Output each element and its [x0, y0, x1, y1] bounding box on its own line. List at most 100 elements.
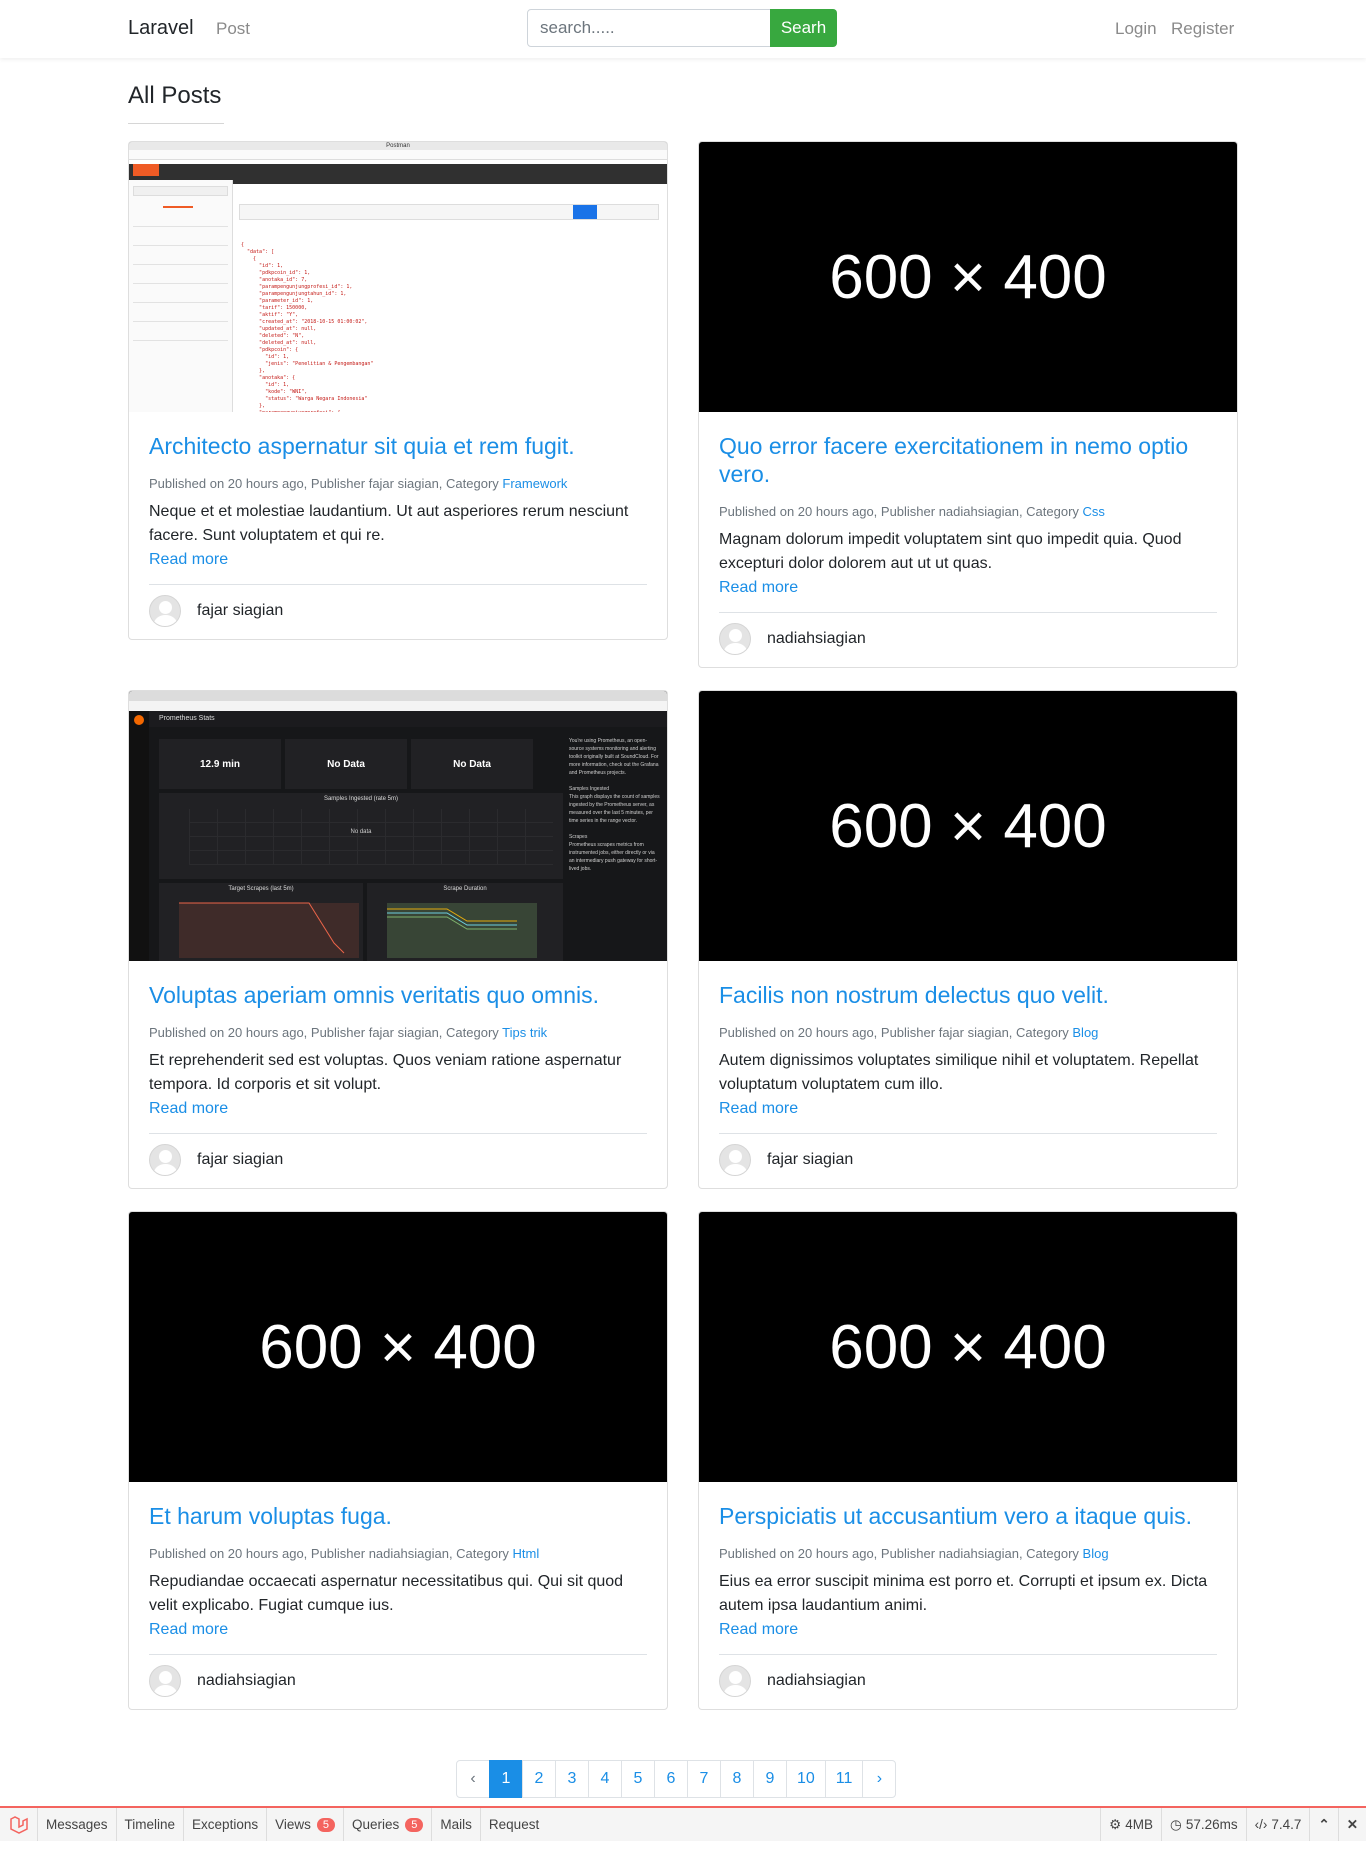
brand-link[interactable]: Laravel: [128, 17, 194, 40]
debugbar-tab-timeline[interactable]: Timeline: [117, 1808, 185, 1841]
post-excerpt: Et reprehenderit sed est voluptas. Quos …: [149, 1052, 622, 1093]
debugbar-tab-queries[interactable]: Queries 5: [344, 1808, 433, 1841]
avatar: [149, 595, 181, 627]
debugbar-tab-request[interactable]: Request: [481, 1808, 547, 1841]
debugbar-tab-messages[interactable]: Messages: [38, 1808, 117, 1841]
grafana-panel: Target Scrapes (last 5m): [159, 883, 363, 961]
views-count-badge: 5: [316, 1817, 335, 1832]
post-thumbnail[interactable]: Postman { "data": [ { "id": 1, "pdkpcoin…: [129, 142, 667, 412]
page-link-10[interactable]: 10: [786, 1760, 826, 1798]
post-excerpt: Neque et et molestiae laudantium. Ut aut…: [149, 503, 629, 544]
avatar: [719, 623, 751, 655]
category-link[interactable]: Framework: [502, 476, 567, 491]
queries-label: Queries: [352, 1817, 400, 1832]
post-card: 600 × 400 Facilis non nostrum delectus q…: [698, 690, 1238, 1189]
page-link-4[interactable]: 4: [588, 1760, 622, 1798]
grafana-dashboard-title: Prometheus Stats: [149, 711, 667, 727]
nav-post-link[interactable]: Post: [216, 19, 250, 39]
login-link[interactable]: Login: [1115, 19, 1157, 39]
laravel-logo-icon[interactable]: [0, 1808, 38, 1841]
grafana-stat: No Data: [411, 739, 533, 789]
read-more-link[interactable]: Read more: [149, 548, 647, 572]
post-title-link[interactable]: Facilis non nostrum delectus quo velit.: [719, 981, 1217, 1009]
page-link-7[interactable]: 7: [687, 1760, 721, 1798]
grafana-nodata: No data: [350, 829, 372, 835]
post-published: Published on 20 hours ago, Publisher nad…: [719, 504, 1083, 519]
grafana-screenshot: Prometheus Stats 12.9 min No Data No Dat…: [129, 691, 667, 961]
placeholder-image-label: 600 × 400: [829, 242, 1107, 312]
post-card: 600 × 400 Et harum voluptas fuga. Publis…: [128, 1211, 668, 1710]
avatar: [719, 1665, 751, 1697]
php-version-indicator: ‹/› 7.4.7: [1245, 1808, 1310, 1841]
post-title-link[interactable]: Et harum voluptas fuga.: [149, 1502, 647, 1530]
post-card: 600 × 400 Quo error facere exercitatione…: [698, 141, 1238, 668]
page-link-8[interactable]: 8: [720, 1760, 754, 1798]
category-link[interactable]: Html: [513, 1546, 540, 1561]
grafana-stat: 12.9 min: [159, 739, 281, 789]
post-title-link[interactable]: Perspiciatis ut accusantium vero a itaqu…: [719, 1502, 1217, 1530]
read-more-link[interactable]: Read more: [719, 1097, 1217, 1121]
post-meta: Published on 20 hours ago, Publisher faj…: [149, 474, 647, 494]
chevron-up-icon[interactable]: ⌃: [1309, 1808, 1337, 1841]
placeholder-image-label: 600 × 400: [829, 791, 1107, 861]
post-published: Published on 20 hours ago, Publisher faj…: [149, 1025, 503, 1040]
post-thumbnail[interactable]: 600 × 400: [699, 142, 1237, 412]
debugbar: Messages Timeline Exceptions Views 5 Quer…: [0, 1806, 1366, 1841]
avatar: [149, 1144, 181, 1176]
page-link-9[interactable]: 9: [753, 1760, 787, 1798]
post-thumbnail[interactable]: 600 × 400: [699, 691, 1237, 961]
post-title-link[interactable]: Architecto aspernatur sit quia et rem fu…: [149, 432, 647, 460]
post-title-link[interactable]: Quo error facere exercitationem in nemo …: [719, 432, 1217, 488]
search-button[interactable]: Searh: [770, 9, 837, 47]
title-divider: [128, 123, 224, 124]
post-meta: Published on 20 hours ago, Publisher nad…: [719, 502, 1217, 522]
post-author: fajar siagian: [719, 1133, 1217, 1188]
cogs-icon: ⚙: [1109, 1816, 1122, 1832]
read-more-link[interactable]: Read more: [149, 1097, 647, 1121]
prev-page-button[interactable]: ‹: [456, 1760, 490, 1798]
post-thumbnail[interactable]: Prometheus Stats 12.9 min No Data No Dat…: [129, 691, 667, 961]
debugbar-tab-mails[interactable]: Mails: [432, 1808, 481, 1841]
page-link-1[interactable]: 1: [489, 1760, 523, 1798]
author-name: fajar siagian: [197, 1151, 284, 1168]
avatar: [719, 1144, 751, 1176]
post-title-link[interactable]: Voluptas aperiam omnis veritatis quo omn…: [149, 981, 647, 1009]
post-thumbnail[interactable]: 600 × 400: [699, 1212, 1237, 1482]
author-name: nadiahsiagian: [767, 1672, 866, 1689]
debugbar-tab-views[interactable]: Views 5: [267, 1808, 344, 1841]
close-icon[interactable]: ✕: [1337, 1808, 1366, 1841]
php-version-value: 7.4.7: [1271, 1817, 1302, 1832]
post-excerpt: Magnam dolorum impedit voluptatem sint q…: [719, 531, 1182, 572]
page-link-6[interactable]: 6: [654, 1760, 688, 1798]
grafana-panel-title: Target Scrapes (last 5m): [228, 886, 294, 892]
register-link[interactable]: Register: [1171, 19, 1234, 39]
post-published: Published on 20 hours ago, Publisher nad…: [149, 1546, 513, 1561]
post-author: nadiahsiagian: [719, 612, 1217, 667]
page-link-2[interactable]: 2: [522, 1760, 556, 1798]
search-input[interactable]: [527, 9, 771, 47]
post-published: Published on 20 hours ago, Publisher nad…: [719, 1546, 1083, 1561]
read-more-link[interactable]: Read more: [719, 576, 1217, 600]
author-name: fajar siagian: [767, 1151, 854, 1168]
read-more-link[interactable]: Read more: [719, 1618, 1217, 1642]
page-link-11[interactable]: 11: [824, 1760, 864, 1798]
grafana-chart: [179, 902, 359, 958]
next-page-button[interactable]: ›: [862, 1760, 897, 1798]
post-author: fajar siagian: [149, 584, 647, 639]
debugbar-tab-exceptions[interactable]: Exceptions: [184, 1808, 268, 1841]
author-name: nadiahsiagian: [197, 1672, 296, 1689]
category-link[interactable]: Blog: [1083, 1546, 1109, 1561]
category-link[interactable]: Blog: [1072, 1025, 1098, 1040]
grafana-stat: No Data: [285, 739, 407, 789]
read-more-link[interactable]: Read more: [149, 1618, 647, 1642]
page-link-5[interactable]: 5: [621, 1760, 655, 1798]
post-author: fajar siagian: [149, 1133, 647, 1188]
page-link-3[interactable]: 3: [555, 1760, 589, 1798]
category-link[interactable]: Css: [1083, 504, 1105, 519]
pagination: ‹ 1 2 3 4 5 6 7 8 9 10 11 ›: [456, 1760, 897, 1798]
post-card: Prometheus Stats 12.9 min No Data No Dat…: [128, 690, 668, 1189]
time-value: 57.26ms: [1185, 1817, 1238, 1832]
post-thumbnail[interactable]: 600 × 400: [129, 1212, 667, 1482]
post-card: Postman { "data": [ { "id": 1, "pdkpcoin…: [128, 141, 668, 640]
category-link[interactable]: Tips trik: [502, 1025, 547, 1040]
